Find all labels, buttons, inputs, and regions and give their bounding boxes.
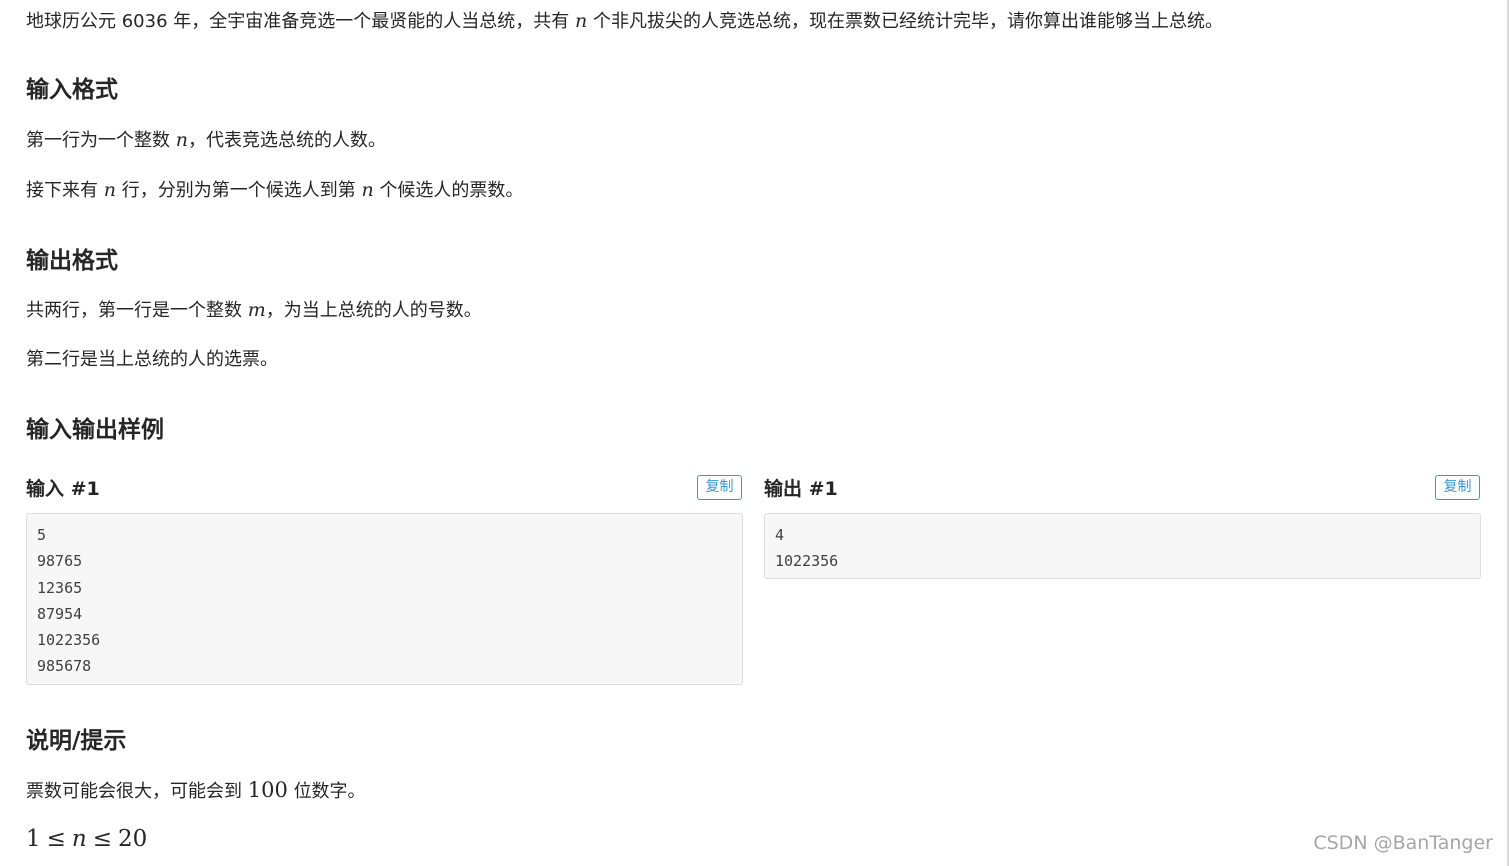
hint-line-1-before: 票数可能会很大，可能会到 — [26, 781, 242, 802]
problem-description: 地球历公元 6036 年，全宇宙准备竞选一个最贤能的人当总统，共有 n 个非凡拔… — [26, 7, 1223, 36]
hint-line-1-after: 位数字。 — [293, 781, 366, 802]
input-format-line-1: 第一行为一个整数 n，代表竞选总统的人数。 — [26, 126, 386, 155]
sample-input-line: 87954 — [37, 604, 83, 623]
output-format-heading: 输出格式 — [26, 248, 118, 274]
sample-input-line: 1022356 — [37, 631, 101, 650]
description-text-after: 个非凡拔尖的人竞选总统，现在票数已经统计完毕，请你算出谁能够当上总统。 — [592, 11, 1223, 32]
input-format-line-1-after: ，代表竞选总统的人数。 — [187, 130, 386, 151]
sample-output-line: 1022356 — [775, 552, 839, 571]
output-format-line-1-before: 共两行，第一行是一个整数 — [26, 300, 242, 321]
math-number-100: 100 — [247, 778, 288, 802]
hint-heading: 说明/提示 — [26, 728, 127, 754]
math-var-n: n — [175, 129, 188, 151]
constraint-formula: 1 ≤ n ≤20 — [26, 823, 147, 855]
sample-output-box[interactable]: 4 1022356 — [764, 513, 1481, 579]
input-format-line-2-after: 个候选人的票数。 — [379, 180, 524, 201]
copy-output-button[interactable]: 复制 — [1435, 475, 1480, 500]
input-format-heading: 输入格式 — [26, 77, 118, 103]
csdn-watermark: CSDN @BanTanger — [1313, 832, 1493, 854]
sample-input-line: 5 — [37, 526, 47, 544]
sample-output-label: 输出 #1 — [764, 478, 838, 500]
description-text-before: 地球历公元 6036 年，全宇宙准备竞选一个最贤能的人当总统，共有 — [26, 11, 570, 32]
output-format-line-2: 第二行是当上总统的人的选票。 — [26, 349, 278, 370]
sample-input-line: 98765 — [37, 552, 83, 571]
math-var-n: n — [103, 179, 116, 201]
copy-input-button[interactable]: 复制 — [697, 475, 742, 500]
output-format-line-1: 共两行，第一行是一个整数 m，为当上总统的人的号数。 — [26, 296, 482, 325]
samples-heading: 输入输出样例 — [26, 417, 164, 443]
output-format-line-1-after: ，为当上总统的人的号数。 — [265, 300, 482, 321]
input-format-line-2-before: 接下来有 — [26, 180, 98, 201]
math-var-n: n — [574, 10, 588, 32]
formula-leq: ≤ — [46, 826, 66, 852]
formula-leq: ≤ — [92, 826, 113, 852]
sample-input-line: 12365 — [37, 578, 83, 597]
math-var-m: m — [247, 299, 266, 321]
input-format-line-1-before: 第一行为一个整数 — [26, 130, 170, 151]
sample-output-line: 4 — [775, 526, 785, 544]
formula-lower-bound: 1 — [26, 826, 41, 852]
formula-upper-bound: 20 — [118, 826, 148, 852]
sample-input-label: 输入 #1 — [26, 478, 100, 500]
problem-page: 地球历公元 6036 年，全宇宙准备竞选一个最贤能的人当总统，共有 n 个非凡拔… — [0, 0, 1509, 866]
formula-var-n: n — [71, 826, 87, 852]
hint-line-1: 票数可能会很大，可能会到 100 位数字。 — [26, 776, 366, 806]
sample-input-box[interactable]: 5 98765 12365 87954 1022356 985678 — [26, 513, 743, 685]
input-format-line-2: 接下来有 n 行，分别为第一个候选人到第 n 个候选人的票数。 — [26, 176, 523, 205]
math-var-n: n — [361, 179, 374, 201]
sample-input-line: 985678 — [37, 657, 92, 676]
input-format-line-2-mid: 行，分别为第一个候选人到第 — [121, 180, 356, 201]
